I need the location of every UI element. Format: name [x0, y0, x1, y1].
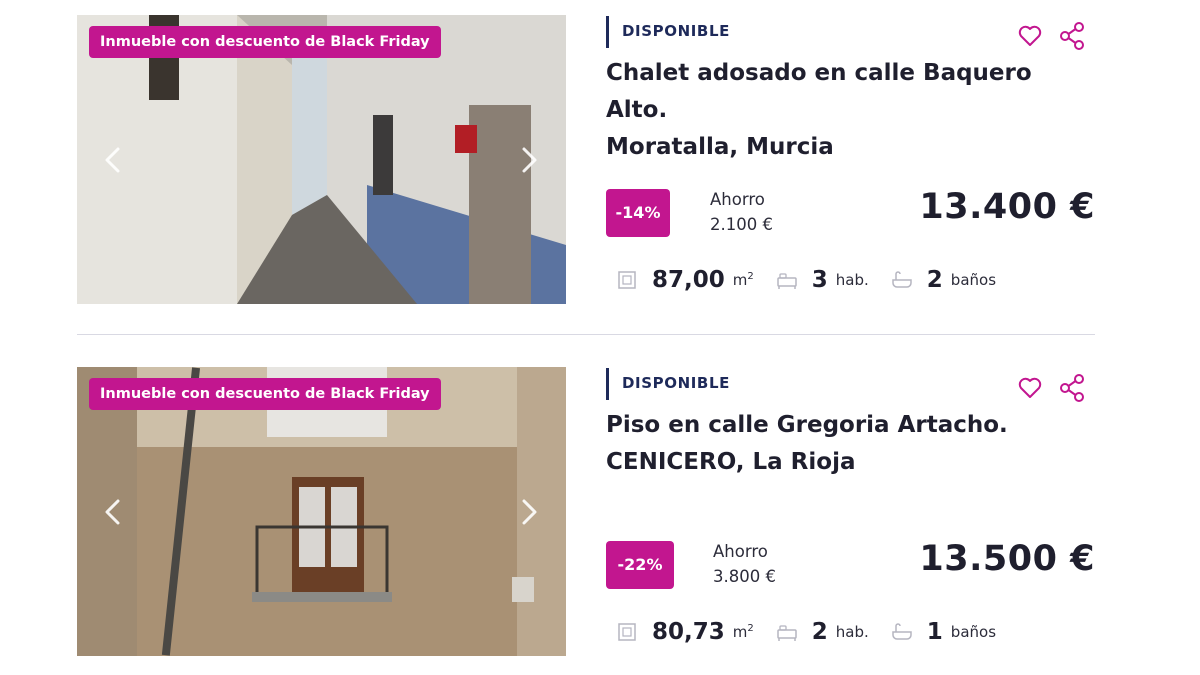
- property-photo[interactable]: Inmueble con descuento de Black Friday: [77, 367, 566, 656]
- savings-label: Ahorro: [713, 542, 768, 561]
- property-info: DISPONIBLE Chalet adosado en calle Baque…: [606, 15, 1095, 304]
- savings-value: 3.800 €: [713, 567, 776, 586]
- area-icon: [618, 623, 636, 641]
- black-friday-badge: Inmueble con descuento de Black Friday: [89, 26, 441, 58]
- area-unit: m2: [732, 271, 754, 289]
- discount-badge: -22%: [606, 541, 674, 589]
- property-features: 87,00 m2 3 hab. 2 baños: [616, 263, 1018, 297]
- title-line-1: Chalet adosado en calle Baquero Alto.: [606, 60, 1032, 123]
- property-card[interactable]: Inmueble con descuento de Black Friday D…: [77, 15, 1095, 305]
- rooms-value: 2: [811, 619, 828, 645]
- status-badge: DISPONIBLE: [606, 368, 730, 400]
- area-unit: m2: [732, 623, 754, 641]
- savings-value: 2.100 €: [710, 215, 773, 234]
- black-friday-badge: Inmueble con descuento de Black Friday: [89, 378, 441, 410]
- price: 13.500 €: [919, 539, 1095, 579]
- title-line-1: Piso en calle Gregoria Artacho.: [606, 412, 1008, 438]
- area-icon: [618, 271, 636, 289]
- share-icon[interactable]: [1058, 21, 1086, 51]
- listing-divider: [77, 334, 1095, 335]
- baths-value: 1: [926, 619, 943, 645]
- property-title[interactable]: Chalet adosado en calle Baquero Alto. Mo…: [606, 55, 1076, 166]
- baths-unit: baños: [950, 271, 997, 289]
- heart-icon[interactable]: [1017, 23, 1043, 49]
- property-info: DISPONIBLE Piso en calle Gregoria Artach…: [606, 367, 1095, 656]
- heart-icon[interactable]: [1017, 375, 1043, 401]
- area-feature: 87,00 m2: [616, 267, 754, 293]
- bathtub-icon: [892, 271, 912, 288]
- chevron-left-icon[interactable]: [101, 145, 125, 175]
- rooms-feature: 3 hab.: [776, 267, 869, 293]
- building-photo-image: [77, 367, 566, 656]
- title-line-2: Moratalla, Murcia: [606, 134, 834, 160]
- baths-feature: 1 baños: [891, 619, 996, 645]
- property-photo[interactable]: Inmueble con descuento de Black Friday: [77, 15, 566, 304]
- baths-unit: baños: [950, 623, 997, 641]
- rooms-unit: hab.: [835, 623, 869, 641]
- bed-icon: [777, 273, 797, 289]
- baths-feature: 2 baños: [891, 267, 996, 293]
- property-card[interactable]: Inmueble con descuento de Black Friday D…: [77, 367, 1095, 657]
- property-title[interactable]: Piso en calle Gregoria Artacho. CENICERO…: [606, 407, 1076, 481]
- rooms-value: 3: [811, 267, 828, 293]
- chevron-left-icon[interactable]: [101, 497, 125, 527]
- title-line-2: CENICERO, La Rioja: [606, 449, 856, 475]
- status-badge: DISPONIBLE: [606, 16, 730, 48]
- street-photo-image: [77, 15, 566, 304]
- savings-label: Ahorro: [710, 190, 765, 209]
- share-icon[interactable]: [1058, 373, 1086, 403]
- rooms-unit: hab.: [835, 271, 869, 289]
- chevron-right-icon[interactable]: [517, 497, 541, 527]
- discount-badge: -14%: [606, 189, 670, 237]
- property-features: 80,73 m2 2 hab. 1 baños: [616, 615, 1018, 649]
- baths-value: 2: [926, 267, 943, 293]
- area-value: 87,00: [652, 267, 725, 293]
- bathtub-icon: [892, 623, 912, 640]
- area-value: 80,73: [652, 619, 725, 645]
- bed-icon: [777, 625, 797, 641]
- chevron-right-icon[interactable]: [517, 145, 541, 175]
- area-feature: 80,73 m2: [616, 619, 754, 645]
- price: 13.400 €: [919, 187, 1095, 227]
- rooms-feature: 2 hab.: [776, 619, 869, 645]
